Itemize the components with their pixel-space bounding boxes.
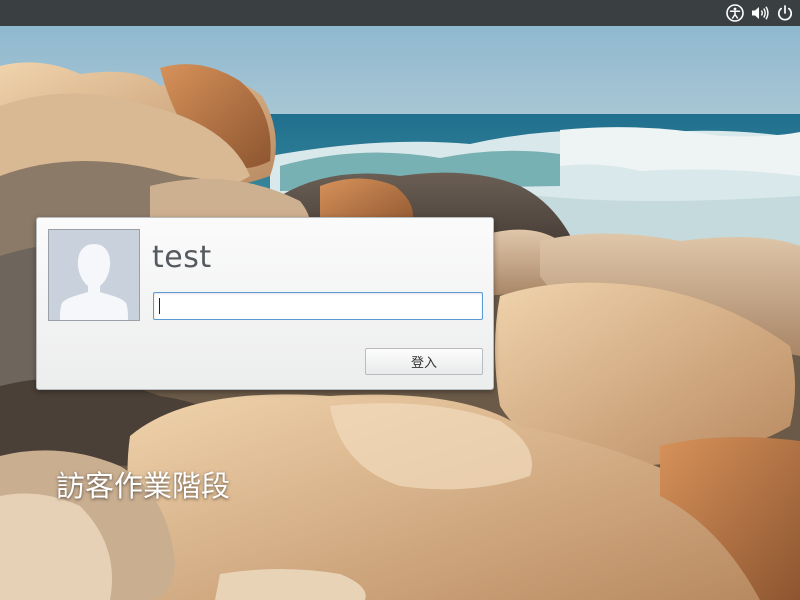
guest-session-option[interactable]: 訪客作業階段: [56, 466, 230, 506]
username-label: test: [152, 240, 212, 275]
accessibility-icon[interactable]: [724, 2, 746, 24]
login-button[interactable]: 登入: [365, 348, 483, 375]
volume-icon[interactable]: [749, 2, 771, 24]
top-panel: [0, 0, 800, 26]
user-silhouette-icon: [49, 230, 139, 320]
text-cursor: [159, 298, 160, 314]
login-dialog: test 登入: [36, 217, 494, 390]
power-icon[interactable]: [774, 2, 796, 24]
avatar: [48, 229, 140, 321]
password-field[interactable]: [153, 292, 483, 320]
